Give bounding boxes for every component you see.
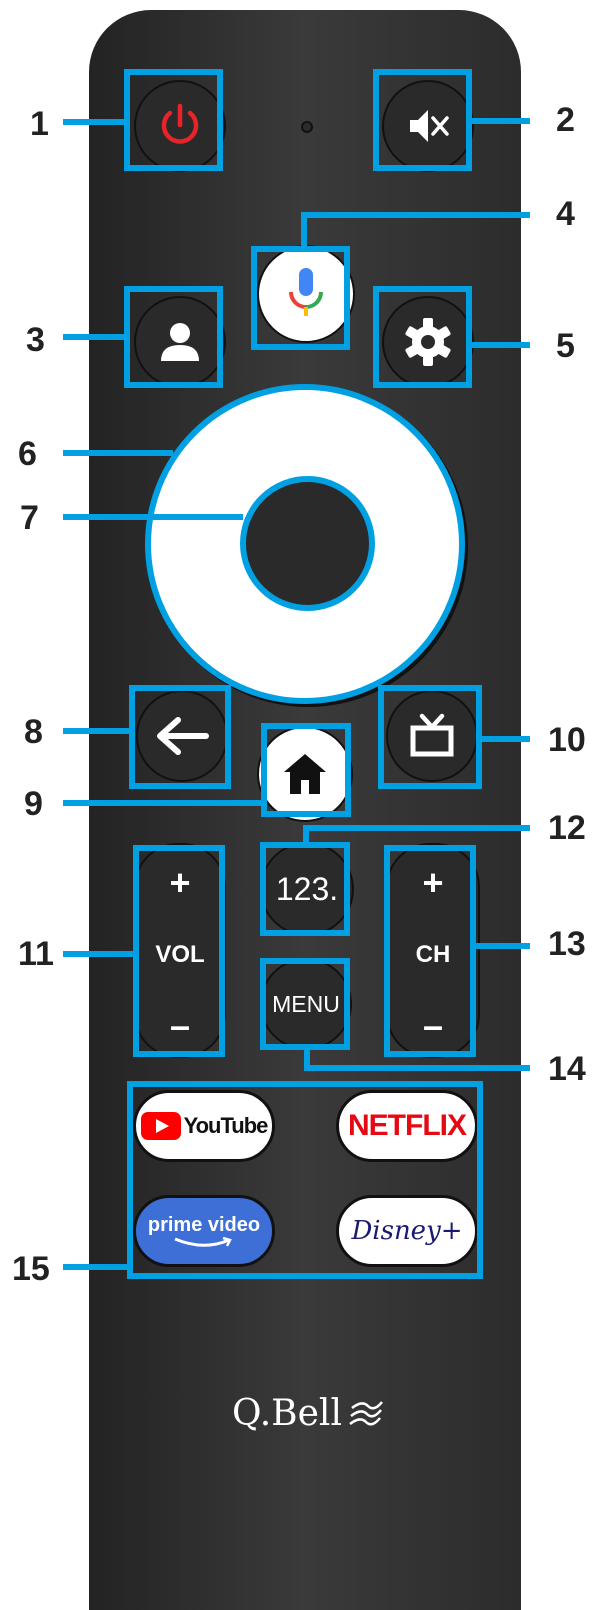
callout-box-5 [373, 286, 472, 388]
callout-number-10: 10 [548, 721, 586, 759]
leader-line-3 [63, 334, 125, 340]
callout-number-5: 5 [556, 327, 575, 365]
callout-box-9 [261, 723, 351, 817]
leader-line-5 [472, 342, 530, 348]
callout-number-8: 8 [24, 713, 43, 751]
callout-number-1: 1 [30, 105, 49, 143]
brand-logo: Q.Bell [232, 1393, 384, 1434]
leader-line-14 [304, 1065, 530, 1071]
brand-name: Q.Bell [232, 1393, 342, 1434]
callout-number-3: 3 [26, 321, 45, 359]
callout-box-12 [260, 842, 350, 936]
callout-box-13 [384, 845, 476, 1057]
callout-number-14: 14 [548, 1050, 586, 1088]
leader-line-12 [303, 825, 530, 831]
callout-number-4: 4 [556, 195, 575, 233]
leader-line-6 [63, 450, 173, 456]
leader-line-1 [63, 119, 125, 125]
callout-box-1 [124, 69, 223, 171]
callout-number-2: 2 [556, 101, 575, 139]
callout-number-13: 13 [548, 925, 586, 963]
leader-line-13 [476, 943, 530, 949]
callout-number-12: 12 [548, 809, 586, 847]
leader-line-12-vertical [303, 825, 309, 845]
callout-number-11: 11 [18, 935, 54, 973]
callout-box-10 [378, 685, 482, 789]
callout-box-14 [260, 958, 350, 1050]
callout-box-3 [124, 286, 223, 388]
ir-sensor-dot [301, 121, 313, 133]
callout-number-7: 7 [20, 499, 39, 537]
leader-line-8 [63, 728, 129, 734]
leader-line-14-vertical [304, 1046, 310, 1071]
callout-box-2 [373, 69, 472, 171]
callout-number-6: 6 [18, 435, 37, 473]
callout-number-15: 15 [12, 1250, 50, 1288]
leader-line-10 [482, 736, 530, 742]
leader-line-15 [63, 1264, 129, 1270]
leader-line-11 [63, 951, 133, 957]
waves-icon [349, 1400, 383, 1425]
leader-line-2 [472, 118, 530, 124]
leader-line-4-vertical [301, 212, 307, 248]
leader-line-7 [63, 514, 243, 520]
callout-box-11 [133, 845, 225, 1057]
leader-line-9 [63, 800, 263, 806]
callout-box-4 [251, 246, 350, 350]
leader-line-4 [301, 212, 530, 218]
ok-button[interactable] [240, 476, 375, 611]
callout-number-9: 9 [24, 785, 43, 823]
callout-box-8 [129, 685, 231, 789]
callout-box-15 [127, 1081, 483, 1279]
